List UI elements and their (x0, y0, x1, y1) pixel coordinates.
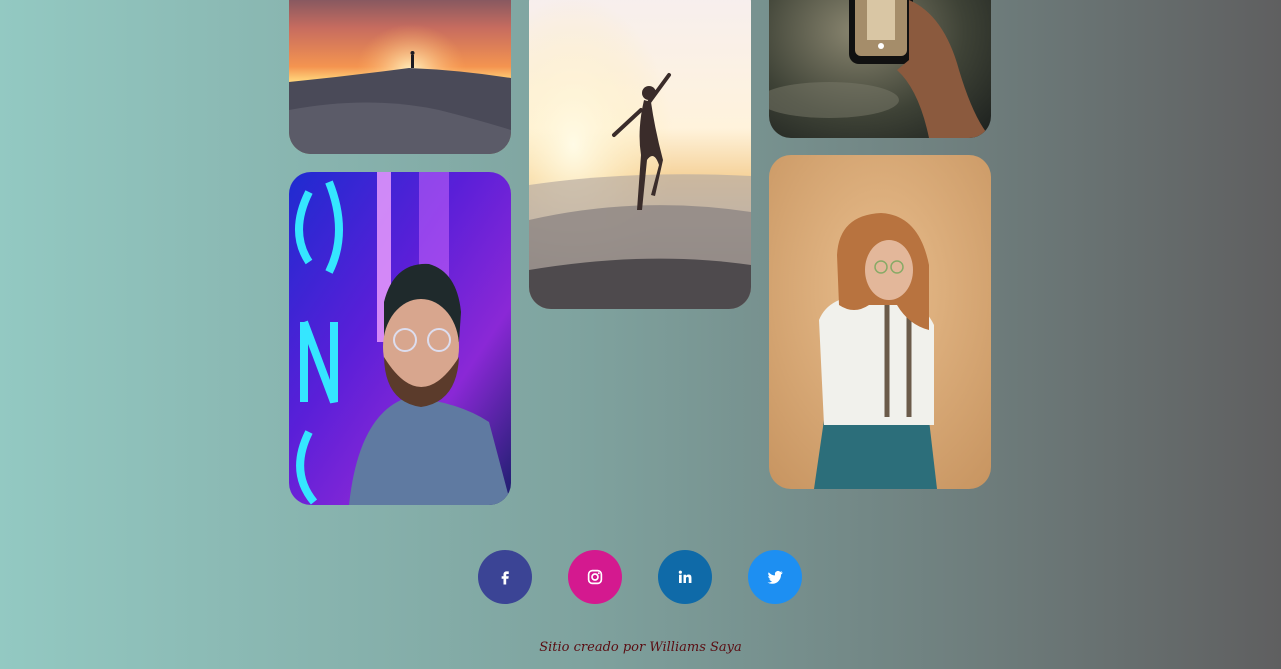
woman-suspenders-image (769, 155, 991, 489)
neon-portrait-image (289, 172, 511, 505)
linkedin-icon (678, 570, 692, 583)
gallery-photo-woman-suspenders[interactable] (769, 155, 991, 489)
instagram-icon (587, 569, 603, 585)
gallery-photo-desert-sunset[interactable] (289, 0, 511, 154)
footer-credit: Sitio creado por Williams Saya (539, 640, 742, 655)
twitter-button[interactable] (748, 550, 802, 604)
gallery-photo-neon-portrait[interactable] (289, 172, 511, 505)
facebook-button[interactable] (478, 550, 532, 604)
phone-in-hand-image (769, 0, 991, 138)
gallery-photo-phone-in-hand[interactable] (769, 0, 991, 138)
facebook-icon (501, 571, 509, 585)
gallery-photo-dancer-desert[interactable] (529, 0, 751, 309)
instagram-button[interactable] (568, 550, 622, 604)
desert-sunset-image (289, 0, 511, 154)
linkedin-button[interactable] (658, 550, 712, 604)
twitter-icon (767, 570, 783, 584)
dancer-desert-image (529, 0, 751, 309)
